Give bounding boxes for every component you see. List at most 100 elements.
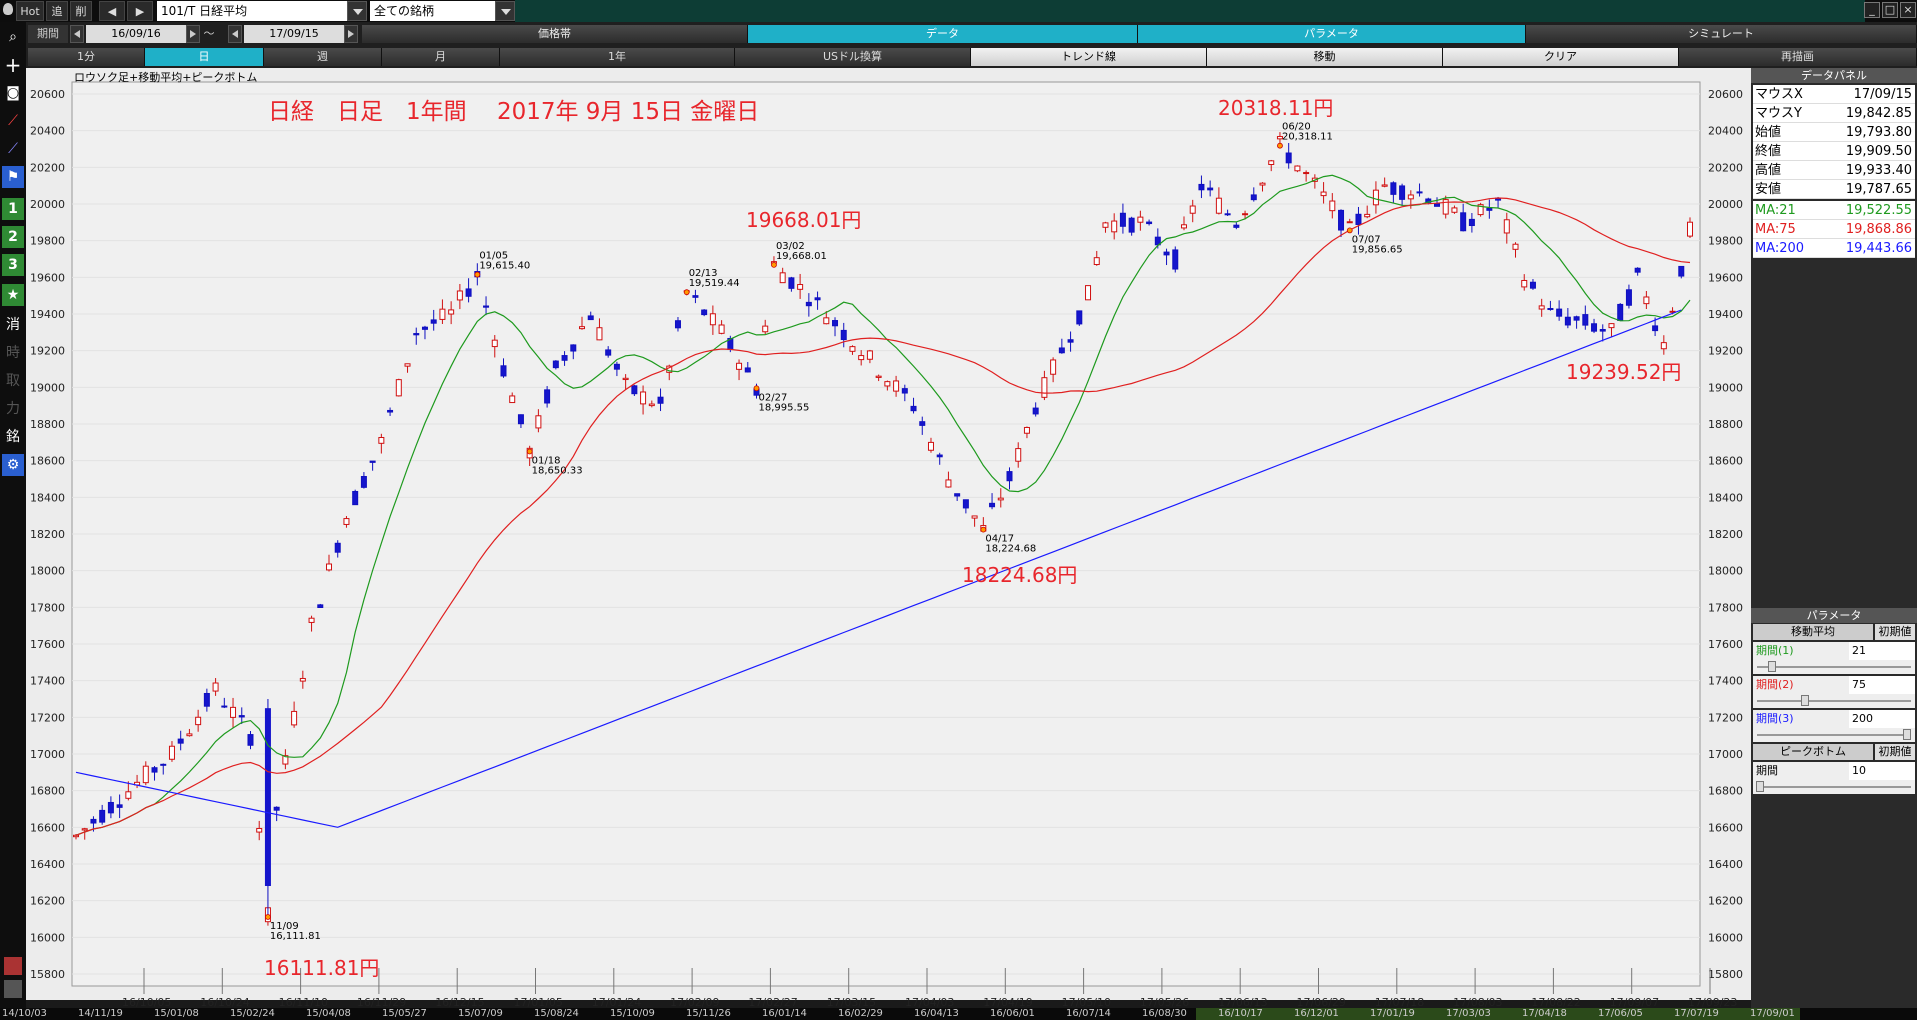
candle-body	[1573, 316, 1580, 321]
candle-body	[788, 277, 795, 289]
y-tick-label: 19000	[1708, 381, 1743, 394]
candle-body	[230, 706, 237, 718]
slider-thumb[interactable]	[1801, 695, 1809, 706]
y-tick-label: 20600	[30, 88, 65, 101]
data-panel-row: 終値 19,909.50	[1753, 142, 1915, 161]
candlestick-chart: 15800 15800 16000 16000 16200 16200 16400 16400…	[30, 81, 1743, 1009]
y-tick-label: 20200	[1708, 161, 1743, 174]
period1-slider[interactable]	[1753, 660, 1915, 674]
candle-body	[1076, 310, 1083, 325]
candle-body	[1172, 249, 1179, 270]
candle-body	[1591, 323, 1598, 332]
peakbottom-reset-button[interactable]: 初期値	[1875, 744, 1915, 760]
data-panel-row: 高値 19,933.40	[1753, 161, 1915, 180]
candle-body	[1320, 191, 1327, 197]
slider-thumb[interactable]	[1903, 729, 1911, 740]
data-panel-value: 19,787.65	[1845, 182, 1912, 197]
y-tick-label: 17600	[30, 638, 65, 651]
y-tick-label: 18800	[30, 418, 65, 431]
candle-body	[997, 497, 1004, 501]
data-panel-key: 終値	[1755, 144, 1782, 159]
candle-body	[701, 309, 708, 316]
period3-input[interactable]: 200	[1849, 710, 1915, 728]
candle-body	[1285, 152, 1292, 164]
peak-value-label: 19,668.01	[776, 251, 827, 262]
candle-body	[1503, 219, 1510, 234]
candle-body	[552, 360, 559, 369]
candle-body	[142, 765, 149, 784]
period1-label: 期間(1)	[1753, 642, 1849, 660]
y-tick-label: 16600	[1708, 821, 1743, 834]
navigator-date-label: 15/04/08	[306, 1008, 351, 1019]
slider-thumb[interactable]	[1768, 661, 1776, 672]
peak-big-label: 18224.68円	[962, 563, 1078, 587]
period2-input[interactable]: 75	[1849, 676, 1915, 694]
overview-navigator[interactable]: 14/10/03 14/11/19 15/01/08 15/02/24 15/04/08…	[0, 1008, 1917, 1020]
candle-body	[1338, 209, 1345, 231]
candle-body	[1390, 182, 1397, 195]
candle-body	[1678, 265, 1685, 277]
candle-body	[1032, 407, 1039, 415]
candle-body	[1625, 289, 1632, 306]
pb-period-input[interactable]: 10	[1849, 762, 1915, 780]
candle-body	[1119, 212, 1126, 227]
data-panel-value: 17/09/15	[1853, 87, 1912, 102]
y-tick-label: 18800	[1708, 418, 1743, 431]
period1-input[interactable]: 21	[1849, 642, 1915, 660]
data-panel-row: MA:200 19,443.66	[1753, 239, 1915, 258]
slider-thumb[interactable]	[1756, 781, 1764, 792]
candle-body	[1268, 160, 1275, 165]
candle-body	[989, 502, 996, 508]
navigator-date-label: 17/09/01	[1750, 1008, 1795, 1019]
y-tick-label: 20600	[1708, 88, 1743, 101]
y-tick-label: 19800	[1708, 235, 1743, 248]
period3-slider[interactable]	[1753, 728, 1915, 742]
y-tick-label: 16200	[1708, 895, 1743, 908]
chart-title: 日経 日足 1年間 2017年 9月 15日 金曜日	[268, 99, 760, 125]
param-panel-header: パラメータ	[1751, 608, 1917, 623]
candle-body	[1399, 185, 1406, 200]
pb-period-slider[interactable]	[1753, 780, 1915, 794]
peak-marker	[474, 271, 481, 278]
candle-body	[910, 405, 917, 412]
navigator-date-label: 16/01/14	[762, 1008, 807, 1019]
candle-body	[797, 284, 804, 290]
candle-body	[326, 563, 333, 571]
candle-body	[596, 327, 603, 341]
candle-body	[1660, 342, 1667, 350]
candle-body	[936, 454, 943, 458]
candle-body	[456, 290, 463, 301]
candle-body	[256, 827, 263, 833]
candle-body	[945, 479, 952, 488]
y-tick-label: 19200	[1708, 345, 1743, 358]
y-tick-label: 16600	[30, 821, 65, 834]
y-tick-label: 20000	[30, 198, 65, 211]
candle-body	[866, 350, 873, 360]
period2-slider[interactable]	[1753, 694, 1915, 708]
y-tick-label: 17200	[30, 711, 65, 724]
data-panel-value: 19,443.66	[1845, 241, 1912, 256]
y-tick-label: 15800	[1708, 968, 1743, 981]
peak-value-label: 18,995.55	[758, 402, 809, 413]
candle-body	[640, 391, 647, 405]
candle-body	[631, 385, 638, 395]
y-tick-label: 18000	[30, 565, 65, 578]
data-panel-row: MA:75 19,868.86	[1753, 220, 1915, 239]
ma-reset-button[interactable]: 初期値	[1875, 624, 1915, 640]
navigator-date-label: 17/03/03	[1446, 1008, 1491, 1019]
navigator-date-label: 16/10/17	[1218, 1008, 1263, 1019]
candle-body	[160, 763, 167, 766]
candle-body	[1207, 187, 1214, 191]
candle-body	[779, 272, 786, 284]
candle-body	[264, 708, 271, 886]
candle-body	[893, 380, 900, 392]
candle-body	[570, 344, 577, 352]
candle-body	[657, 396, 664, 404]
candle-body	[186, 733, 193, 737]
peak-value-label: 19,519.44	[689, 278, 740, 289]
candle-body	[1093, 257, 1100, 266]
candle-body	[1346, 221, 1353, 224]
data-panel-key: MA:21	[1755, 203, 1796, 218]
candle-body	[1486, 207, 1493, 211]
y-tick-label: 18600	[1708, 455, 1743, 468]
